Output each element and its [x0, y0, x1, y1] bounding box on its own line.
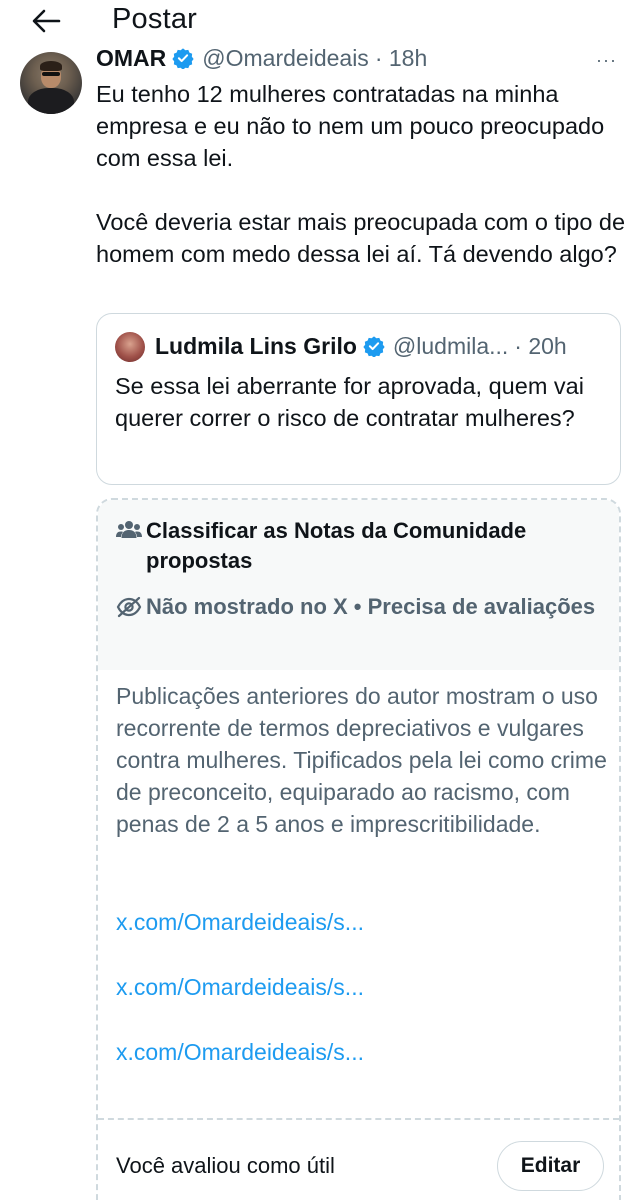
people-icon: [116, 516, 146, 545]
quoted-author-handle: @ludmila...: [392, 332, 509, 359]
note-status-row: Não mostrado no X • Precisa de avaliaçõe…: [116, 592, 596, 623]
quoted-tweet-card[interactable]: Ludmila Lins Grilo @ludmila... · 20h Se …: [96, 313, 621, 485]
quoted-author-avatar[interactable]: [115, 332, 145, 362]
eye-off-icon: [116, 592, 146, 623]
tweet-author-name[interactable]: OMAR: [96, 45, 166, 72]
tweet-author-handle[interactable]: @Omardeideais: [202, 45, 369, 72]
author-avatar[interactable]: [20, 52, 82, 114]
tweet-timestamp[interactable]: · 18h: [375, 45, 427, 72]
verified-badge-icon: [363, 335, 385, 357]
divider: [98, 1118, 619, 1120]
back-button[interactable]: [26, 4, 66, 38]
page-title: Postar: [112, 3, 198, 35]
source-link-2[interactable]: x.com/Omardeideais/s...: [116, 972, 364, 1002]
community-note-title: Classificar as Notas da Comunidade propo…: [146, 518, 527, 573]
verified-badge-icon: [172, 47, 194, 69]
rate-notes-row[interactable]: Classificar as Notas da Comunidade propo…: [116, 516, 596, 576]
source-link-1[interactable]: x.com/Omardeideais/s...: [116, 907, 364, 937]
community-note-body: Publicações anteriores do autor mostram …: [116, 683, 607, 837]
community-note-status: Não mostrado no X • Precisa de avaliaçõe…: [146, 594, 596, 619]
quoted-author-name: Ludmila Lins Grilo: [155, 332, 357, 359]
post-page: Postar OMAR @Omardeideais · 18h ··· Eu t…: [0, 0, 640, 1200]
arrow-left-icon: [32, 9, 61, 33]
community-note-card: Classificar as Notas da Comunidade propo…: [96, 498, 621, 1200]
edit-rating-button[interactable]: Editar: [497, 1141, 604, 1191]
source-link-3[interactable]: x.com/Omardeideais/s...: [116, 1037, 364, 1067]
more-options-icon[interactable]: ···: [596, 50, 617, 71]
tweet-text: Eu tenho 12 mulheres contratadas na minh…: [96, 81, 626, 267]
quoted-tweet-text: Se essa lei aberrante for aprovada, quem…: [115, 373, 584, 431]
quoted-tweet-timestamp: · 20h: [514, 332, 567, 359]
quoted-tweet-header: Ludmila Lins Grilo @ludmila... · 20h: [155, 331, 615, 361]
top-bar: Postar: [0, 0, 640, 46]
tweet-header: OMAR @Omardeideais · 18h: [96, 44, 616, 72]
rating-status-text: Você avaliou como útil: [116, 1153, 335, 1178]
